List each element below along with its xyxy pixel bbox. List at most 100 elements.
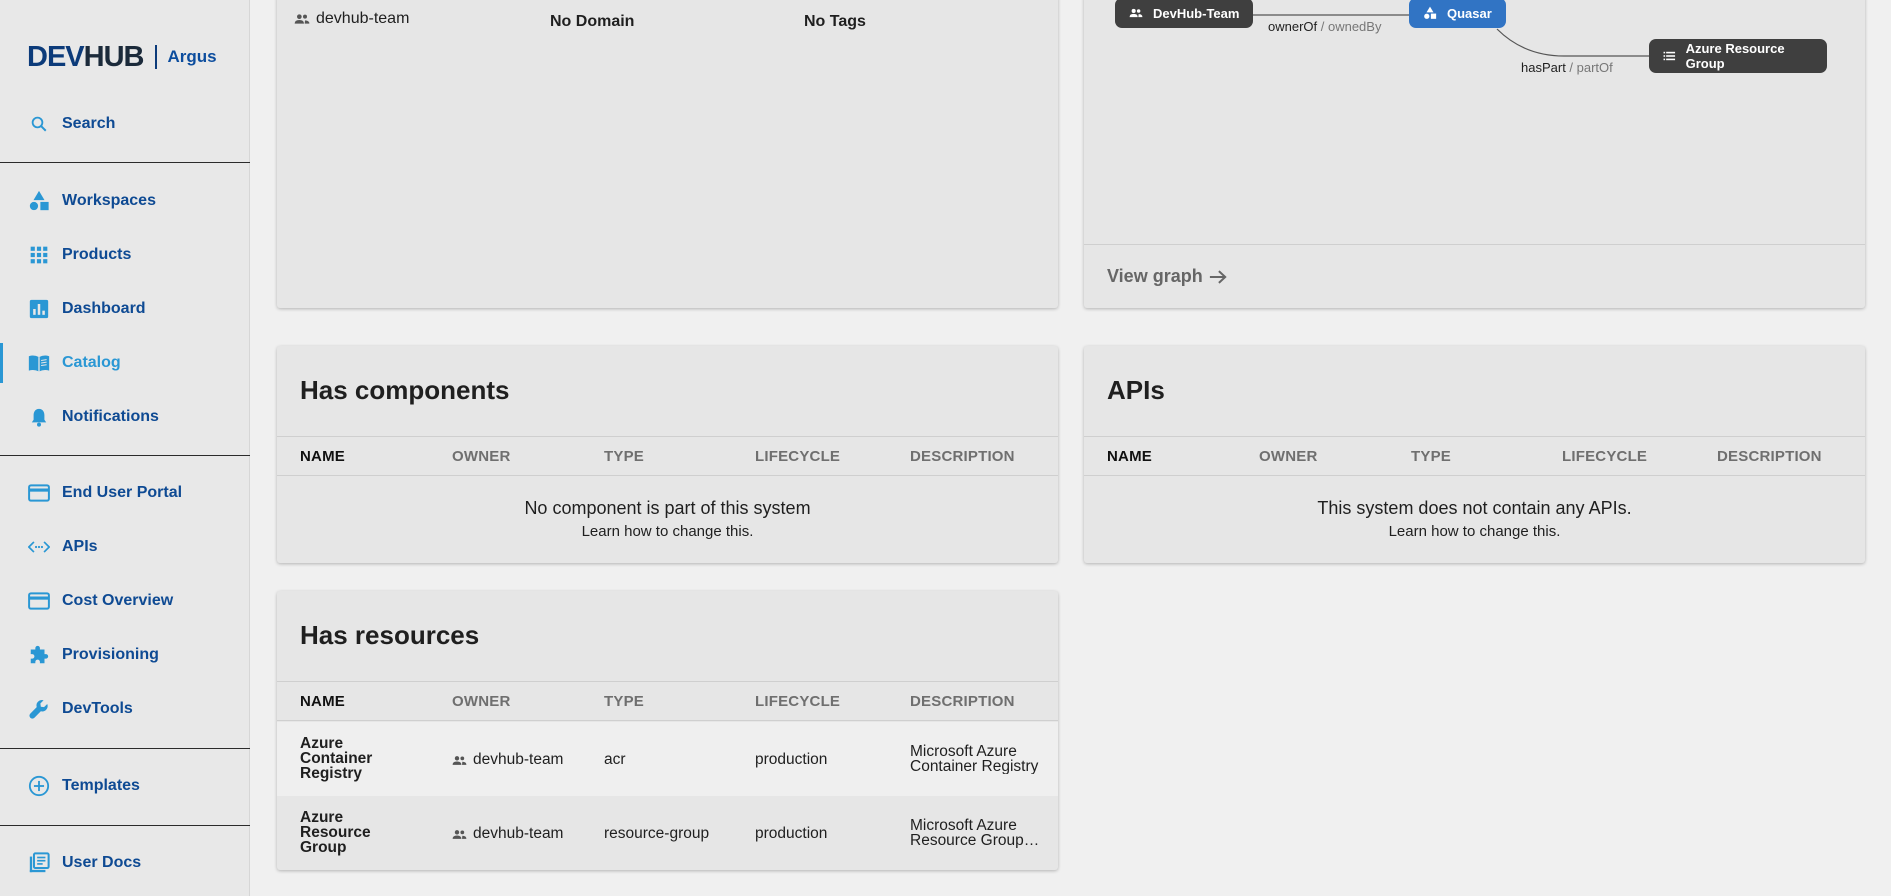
shapes-icon bbox=[1424, 6, 1437, 19]
table-header: NAME OWNER TYPE LIFECYCLE DESCRIPTION bbox=[277, 681, 1058, 721]
sidebar-item-label: End User Portal bbox=[62, 484, 183, 501]
resource-description-line: Resource Group: quasar bbox=[910, 833, 1040, 848]
about-owner[interactable]: devhub-team bbox=[294, 10, 409, 28]
logo-separator bbox=[155, 45, 158, 69]
sidebar-item-label: Search bbox=[62, 115, 116, 132]
sidebar: DEVHUB Argus Search Workspaces Products … bbox=[0, 0, 250, 896]
sidebar-item-templates[interactable]: Templates bbox=[0, 766, 250, 806]
table-header: NAME OWNER TYPE LIFECYCLE DESCRIPTION bbox=[277, 436, 1058, 476]
empty-state-title: No component is part of this system bbox=[524, 498, 811, 518]
graph-node-resource[interactable]: Azure Resource Group bbox=[1649, 39, 1827, 73]
wrench-icon bbox=[28, 698, 50, 720]
graph-node-team[interactable]: DevHub-Team bbox=[1115, 0, 1254, 28]
resource-name-link[interactable]: Azure Resource Group bbox=[300, 810, 390, 856]
column-header-description[interactable]: DESCRIPTION bbox=[1717, 448, 1822, 465]
about-card: devhub-team No Domain No Tags bbox=[277, 0, 1058, 308]
resource-lifecycle: production bbox=[755, 825, 828, 842]
table-row[interactable]: Azure Container Registry devhub-team acr… bbox=[277, 722, 1058, 796]
sidebar-divider bbox=[0, 748, 250, 749]
column-header-type[interactable]: TYPE bbox=[604, 448, 644, 465]
view-graph-link[interactable]: View graph bbox=[1107, 266, 1227, 287]
resource-owner[interactable]: devhub-team bbox=[452, 825, 563, 843]
sidebar-item-label: Notifications bbox=[62, 408, 159, 425]
bell-icon bbox=[28, 406, 50, 428]
about-domain: No Domain bbox=[550, 13, 635, 30]
card-title: Has components bbox=[300, 375, 510, 405]
sidebar-item-cost-overview[interactable]: Cost Overview bbox=[0, 581, 250, 621]
graph-node-system[interactable]: Quasar bbox=[1409, 0, 1506, 28]
group-icon bbox=[1129, 8, 1143, 18]
sidebar-item-label: Workspaces bbox=[62, 192, 156, 209]
edge-label-owner-of: ownerOf / ownedBy bbox=[1268, 19, 1382, 34]
resource-owner-name: devhub-team bbox=[473, 825, 564, 842]
resource-description: Microsoft Azure Container Registry bbox=[910, 744, 1040, 774]
column-header-owner[interactable]: OWNER bbox=[452, 448, 511, 465]
logo-text: DEVHUB bbox=[27, 40, 144, 73]
card-divider bbox=[1084, 244, 1865, 245]
sidebar-item-provisioning[interactable]: Provisioning bbox=[0, 635, 250, 675]
logo[interactable]: DEVHUB Argus bbox=[27, 40, 217, 73]
sidebar-item-dashboard[interactable]: Dashboard bbox=[0, 289, 250, 329]
resource-owner-name: devhub-team bbox=[473, 751, 564, 768]
sidebar-item-label: Products bbox=[62, 246, 132, 263]
edge-has-part bbox=[1496, 28, 1650, 57]
resource-description: Microsoft Azure Resource Group: quasar bbox=[910, 818, 1040, 848]
empty-state-title: This system does not contain any APIs. bbox=[1317, 498, 1632, 518]
sidebar-item-products[interactable]: Products bbox=[0, 235, 250, 275]
column-header-owner[interactable]: OWNER bbox=[452, 693, 511, 710]
sidebar-item-label: DevTools bbox=[62, 700, 133, 717]
column-header-description[interactable]: DESCRIPTION bbox=[910, 448, 1015, 465]
sidebar-item-search[interactable]: Search bbox=[0, 104, 250, 144]
code-icon bbox=[28, 536, 50, 558]
view-graph-label: View graph bbox=[1107, 266, 1203, 286]
sidebar-item-end-user-portal[interactable]: End User Portal bbox=[0, 473, 250, 513]
sidebar-item-apis[interactable]: APIs bbox=[0, 527, 250, 567]
resource-type: acr bbox=[604, 751, 626, 768]
resource-lifecycle: production bbox=[755, 751, 828, 768]
graph-edges bbox=[1244, 14, 1650, 57]
sidebar-item-label: User Docs bbox=[62, 854, 142, 871]
book-icon bbox=[28, 352, 50, 374]
column-header-type[interactable]: TYPE bbox=[1411, 448, 1451, 465]
library-books-icon bbox=[28, 852, 50, 874]
puzzle-icon bbox=[28, 644, 50, 666]
column-header-name[interactable]: NAME bbox=[1107, 448, 1152, 465]
arrow-right-icon bbox=[1209, 269, 1227, 284]
resource-name-link[interactable]: Azure Container Registry bbox=[300, 736, 390, 782]
sidebar-item-label: Templates bbox=[62, 777, 140, 794]
column-header-lifecycle[interactable]: LIFECYCLE bbox=[1562, 448, 1647, 465]
sidebar-item-notifications[interactable]: Notifications bbox=[0, 397, 250, 437]
sidebar-item-workspaces[interactable]: Workspaces bbox=[0, 181, 250, 221]
column-header-name[interactable]: NAME bbox=[300, 448, 345, 465]
has-components-card: Has components NAME OWNER TYPE LIFECYCLE… bbox=[277, 346, 1058, 563]
sidebar-divider bbox=[0, 825, 250, 826]
column-header-type[interactable]: TYPE bbox=[604, 693, 644, 710]
column-header-description[interactable]: DESCRIPTION bbox=[910, 693, 1015, 710]
empty-state-hint[interactable]: Learn how to change this. bbox=[277, 523, 1058, 540]
sidebar-divider bbox=[0, 162, 250, 163]
apps-grid-icon bbox=[28, 244, 50, 266]
sidebar-item-devtools[interactable]: DevTools bbox=[0, 689, 250, 729]
sidebar-item-user-docs[interactable]: User Docs bbox=[0, 843, 250, 883]
relations-graph-card: DevHub-Team Quasar Azure Resource Group … bbox=[1084, 0, 1865, 308]
resource-description-line: Container Registry bbox=[910, 759, 1039, 774]
group-icon bbox=[452, 755, 467, 765]
column-header-lifecycle[interactable]: LIFECYCLE bbox=[755, 448, 840, 465]
sidebar-item-catalog[interactable]: Catalog bbox=[0, 343, 250, 383]
empty-state-hint[interactable]: Learn how to change this. bbox=[1084, 523, 1865, 540]
column-header-owner[interactable]: OWNER bbox=[1259, 448, 1318, 465]
resource-owner[interactable]: devhub-team bbox=[452, 751, 563, 769]
table-row[interactable]: Azure Resource Group devhub-team resourc… bbox=[277, 796, 1058, 870]
bar-chart-icon bbox=[28, 298, 50, 320]
search-icon bbox=[28, 113, 50, 135]
column-header-name[interactable]: NAME bbox=[300, 693, 345, 710]
sidebar-item-label: Catalog bbox=[62, 354, 121, 371]
group-icon bbox=[452, 829, 467, 839]
table-header: NAME OWNER TYPE LIFECYCLE DESCRIPTION bbox=[1084, 436, 1865, 476]
has-resources-card: Has resources NAME OWNER TYPE LIFECYCLE … bbox=[277, 591, 1058, 870]
about-owner-name: devhub-team bbox=[316, 10, 410, 27]
resource-type: resource-group bbox=[604, 825, 710, 842]
sidebar-divider bbox=[0, 455, 250, 456]
add-circle-icon bbox=[28, 775, 50, 797]
column-header-lifecycle[interactable]: LIFECYCLE bbox=[755, 693, 840, 710]
